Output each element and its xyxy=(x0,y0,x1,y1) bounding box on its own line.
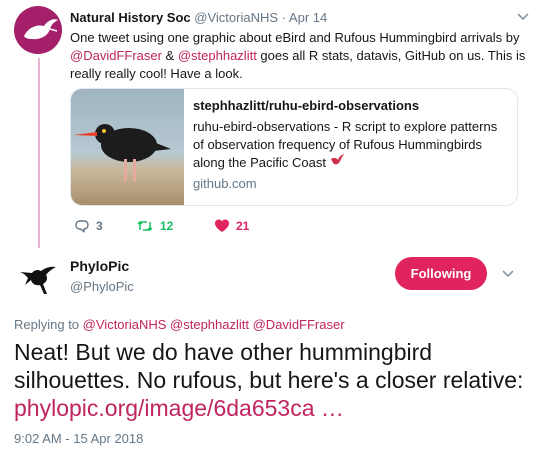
card-thumbnail xyxy=(71,89,184,205)
tweet-header: Natural History Soc @VictoriaNHS · Apr 1… xyxy=(70,10,327,25)
hummingbird-silhouette-logo xyxy=(20,266,56,294)
card-domain: github.com xyxy=(193,176,257,191)
bird-logo-icon xyxy=(24,19,58,40)
reply-button[interactable]: 3 xyxy=(74,216,103,236)
chevron-down-icon[interactable] xyxy=(515,8,531,24)
like-count: 21 xyxy=(236,219,250,233)
mention-link[interactable]: @DavidFFraser xyxy=(70,48,162,63)
hummingbird-emoji-icon xyxy=(330,154,344,165)
reply-count: 3 xyxy=(96,219,103,233)
link-preview-card[interactable]: stephhazlitt/ruhu-ebird-observations ruh… xyxy=(70,88,518,206)
card-title[interactable]: stephhazlitt/ruhu-ebird-observations xyxy=(193,97,511,115)
card-description-text: ruhu-ebird-observations - R script to ex… xyxy=(193,119,498,170)
tweet-text-segment: Neat! But we do have other hummingbird s… xyxy=(14,339,524,393)
thread-connector-line xyxy=(38,58,40,248)
chevron-down-icon[interactable] xyxy=(500,265,516,281)
tweet-timestamp[interactable]: 9:02 AM - 15 Apr 2018 xyxy=(14,431,143,446)
retweet-count: 12 xyxy=(160,219,174,233)
retweet-icon xyxy=(137,220,153,232)
oystercatcher-photo xyxy=(73,124,171,181)
tweet-text: One tweet using one graphic about eBird … xyxy=(70,29,530,83)
tweet-text: Neat! But we do have other hummingbird s… xyxy=(14,338,539,422)
reply-icon xyxy=(75,220,89,233)
tweet-date[interactable]: Apr 14 xyxy=(289,10,327,25)
tweet-text-segment: One tweet using one graphic about eBird … xyxy=(70,30,520,45)
following-button[interactable]: Following xyxy=(395,257,487,290)
card-description: ruhu-ebird-observations - R script to ex… xyxy=(193,118,511,172)
avatar[interactable] xyxy=(14,6,62,54)
replying-to-mentions[interactable]: @VictoriaNHS @stephhazlitt @DavidFFraser xyxy=(83,317,345,332)
avatar[interactable] xyxy=(14,258,62,306)
tweet-link[interactable]: phylopic.org/image/6da653ca … xyxy=(14,395,344,421)
replying-to-label: Replying to xyxy=(14,317,80,332)
display-name[interactable]: Natural History Soc xyxy=(70,10,191,25)
user-handle[interactable]: @VictoriaNHS xyxy=(194,10,278,25)
display-name[interactable]: PhyloPic xyxy=(70,258,129,274)
heart-icon xyxy=(215,219,229,232)
like-button[interactable]: 21 xyxy=(214,216,249,236)
tweet-text-segment: & xyxy=(161,48,178,63)
card-body: stephhazlitt/ruhu-ebird-observations ruh… xyxy=(193,97,511,193)
user-handle[interactable]: @PhyloPic xyxy=(70,279,134,294)
separator-dot: · xyxy=(281,10,287,25)
retweet-button[interactable]: 12 xyxy=(136,216,173,236)
mention-link[interactable]: @stephhazlitt xyxy=(178,48,257,63)
replying-to-line: Replying to @VictoriaNHS @stephhazlitt @… xyxy=(14,317,345,332)
